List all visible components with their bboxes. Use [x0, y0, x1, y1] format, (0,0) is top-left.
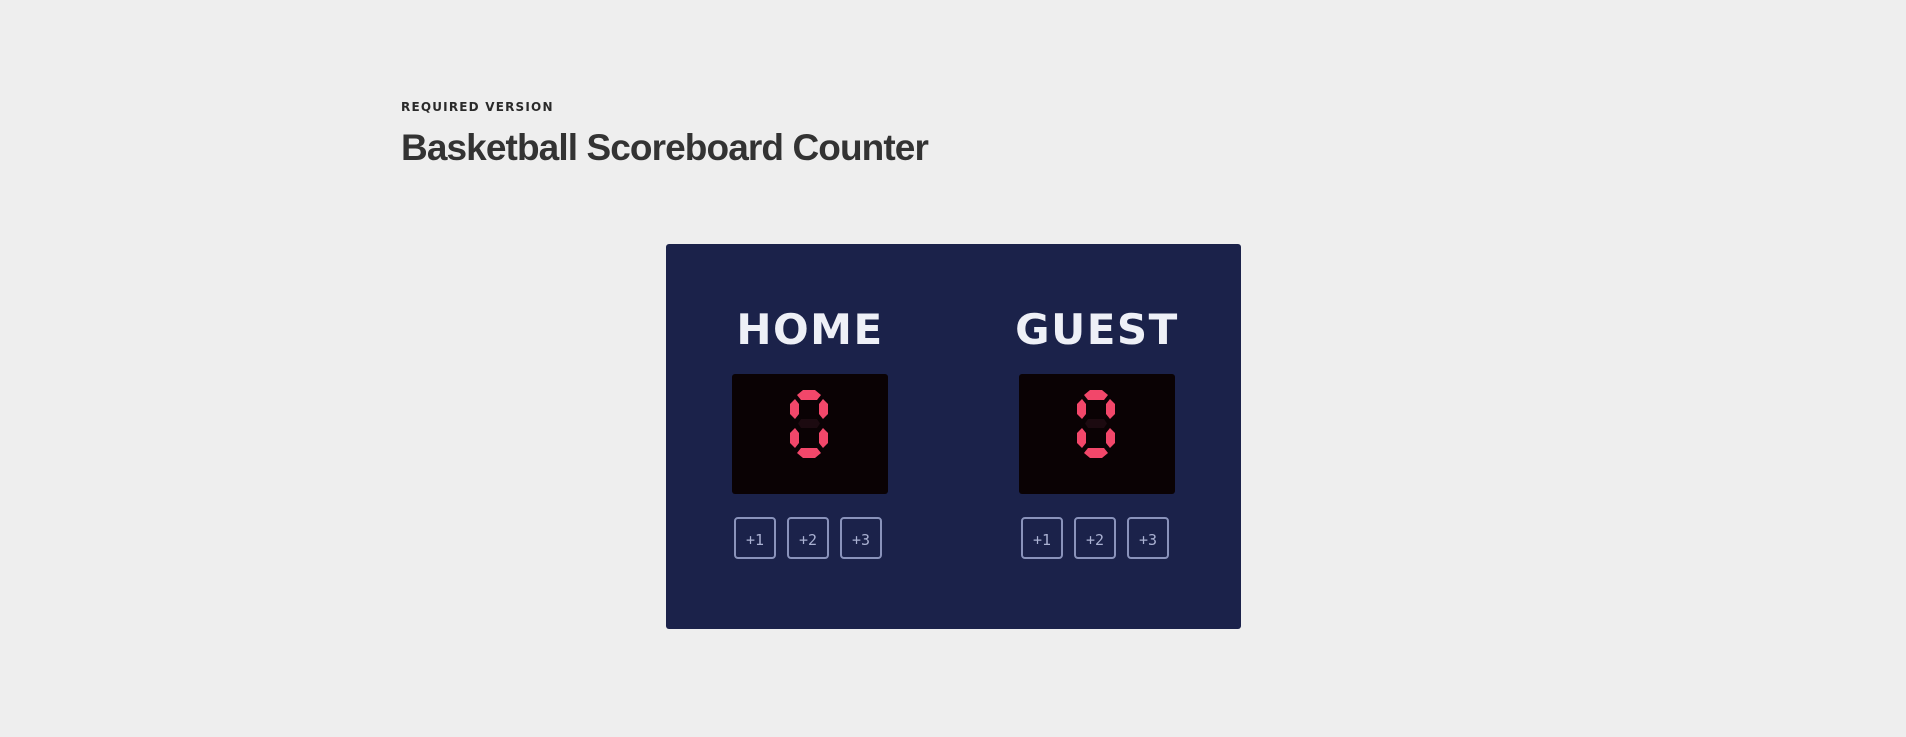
- seven-segment-digit: [790, 390, 828, 458]
- score-buttons-guest: +1 +2 +3: [1021, 517, 1173, 563]
- segment-c: [1106, 428, 1115, 448]
- page-title: Basketball Scoreboard Counter: [401, 127, 929, 168]
- segment-b: [819, 399, 828, 419]
- home-add-1-button[interactable]: +1: [734, 517, 776, 559]
- team-name-home: HOME: [736, 305, 884, 354]
- seven-segment-digit: [1077, 390, 1115, 458]
- segment-a: [797, 390, 821, 400]
- score-digit-home: [790, 390, 828, 458]
- team-home: HOME +1 +2 +3: [732, 244, 888, 629]
- segment-g: [1085, 419, 1107, 428]
- segment-e: [790, 428, 799, 448]
- segment-c: [819, 428, 828, 448]
- eyebrow-label: REQUIRED VERSION: [401, 100, 554, 114]
- segment-e: [1077, 428, 1086, 448]
- score-buttons-home: +1 +2 +3: [734, 517, 886, 563]
- guest-add-3-button[interactable]: +3: [1127, 517, 1169, 559]
- home-add-2-button[interactable]: +2: [787, 517, 829, 559]
- team-guest: GUEST +1 +2 +3: [1015, 244, 1177, 629]
- guest-add-1-button[interactable]: +1: [1021, 517, 1063, 559]
- score-display-guest: [1019, 374, 1175, 494]
- segment-g: [798, 419, 820, 428]
- home-add-3-button[interactable]: +3: [840, 517, 882, 559]
- segment-f: [1077, 399, 1086, 419]
- guest-add-2-button[interactable]: +2: [1074, 517, 1116, 559]
- score-digit-guest: [1077, 390, 1115, 458]
- segment-f: [790, 399, 799, 419]
- team-name-guest: GUEST: [1015, 305, 1179, 354]
- scoreboard: HOME +1 +2 +3 GUEST +1 +2 +3: [666, 244, 1241, 629]
- segment-d: [1084, 448, 1108, 458]
- score-display-home: [732, 374, 888, 494]
- segment-d: [797, 448, 821, 458]
- segment-b: [1106, 399, 1115, 419]
- segment-a: [1084, 390, 1108, 400]
